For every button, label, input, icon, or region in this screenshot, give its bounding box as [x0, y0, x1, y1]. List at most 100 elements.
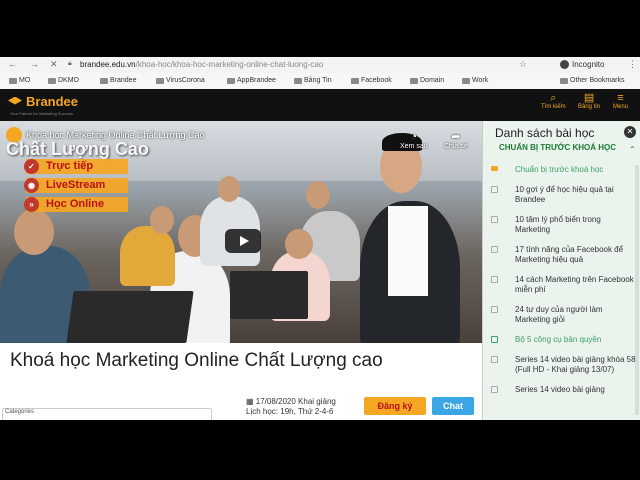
lesson-item[interactable]: Series 14 video bài giảng khóa 58 (Full …: [483, 355, 640, 375]
share-label: Chia sẻ: [444, 143, 468, 150]
check-icon: ✓: [24, 159, 39, 174]
lesson-item[interactable]: 10 tâm lý phổ biến trong Marketing: [483, 215, 640, 235]
lesson-label: Bộ 5 công cụ bản quyền: [515, 335, 602, 344]
bookmark-label: Domain: [420, 77, 445, 84]
folder-icon: [9, 77, 17, 84]
tag-online: » Học Online: [24, 197, 128, 212]
sidebar-title: Danh sách bài học: [495, 126, 595, 140]
lesson-sidebar: Danh sách bài học ✕ CHUẨN BỊ TRƯỚC KHOÁ …: [482, 121, 640, 420]
bookmark-label: Bảng Tin: [304, 77, 332, 84]
folder-icon: [410, 77, 418, 84]
category-chip[interactable]: Categories: [2, 408, 212, 420]
tag-livestream: ◉ LiveStream: [24, 178, 128, 193]
lesson-item[interactable]: Chuẩn bị trước khoá học: [483, 165, 640, 175]
bookmark-item[interactable]: Work: [462, 77, 488, 84]
search-icon: ⌕: [550, 92, 557, 104]
bookmark-label: Facebook: [361, 77, 392, 84]
bookmark-item[interactable]: Facebook: [351, 77, 392, 84]
other-bookmarks[interactable]: Other Bookmarks: [560, 77, 624, 84]
lesson-item[interactable]: 24 tư duy của người làm Marketing giỏi: [483, 305, 640, 325]
incognito-icon: [560, 60, 569, 69]
checkbox-icon: [491, 386, 498, 393]
student-head: [150, 206, 174, 234]
reload-icon[interactable]: ✕: [50, 59, 58, 70]
speaker-shirt: [388, 206, 428, 296]
bookmark-label: Brandee: [110, 77, 137, 84]
course-date-text: 17/08/2020 Khai giảng: [255, 397, 336, 406]
bookmarks-bar: MO DKMO Brandee VirusCorona AppBrandee B…: [0, 73, 640, 90]
lesson-item[interactable]: 10 gợi ý để học hiệu quả tại Brandee: [483, 185, 640, 205]
student-figure: [120, 226, 175, 286]
lesson-label: Series 14 video bài giảng khóa 58 (Full …: [515, 355, 636, 374]
laptop: [66, 291, 194, 343]
search-button[interactable]: ⌕ Tìm kiếm: [541, 92, 566, 110]
url-domain: brandee.edu.vn: [80, 60, 136, 69]
chevron-up-icon[interactable]: ⌃: [629, 145, 636, 154]
lesson-item[interactable]: Bộ 5 công cụ bản quyền: [483, 335, 640, 345]
folder-icon: [294, 77, 302, 84]
broadcast-icon: ◉: [24, 178, 39, 193]
course-date: ▦ 17/08/2020 Khai giảng: [246, 397, 336, 407]
register-button[interactable]: Đăng ký: [364, 397, 426, 415]
forward-icon[interactable]: →: [30, 59, 39, 69]
chat-button[interactable]: Chat: [432, 397, 474, 415]
news-button[interactable]: ▤ Bảng tin: [578, 92, 600, 110]
clock-icon: ◔: [410, 131, 418, 143]
folder-icon: [156, 77, 164, 84]
folder-icon: [462, 77, 470, 84]
tag-live: ✓ Trực tiếp: [24, 159, 128, 174]
bookmark-item[interactable]: VirusCorona: [156, 77, 205, 84]
lock-icon: 🔒︎: [68, 60, 72, 67]
folder-icon: [560, 77, 568, 84]
bookmark-item[interactable]: MO: [9, 77, 30, 84]
bookmark-item[interactable]: Domain: [410, 77, 444, 84]
tag-label: Trực tiếp: [46, 160, 94, 172]
video-tags: ✓ Trực tiếp ◉ LiveStream » Học Online: [24, 159, 128, 216]
incognito-indicator[interactable]: Incognito: [560, 60, 604, 69]
site-logo[interactable]: Brandee: [8, 94, 78, 109]
url-path: /khoa-hoc/khoa-hoc-marketing-online-chat…: [135, 60, 324, 69]
bookmark-label: Other Bookmarks: [570, 77, 625, 84]
course-schedule: Lịch học: 19h, Thứ 2-4-6: [246, 407, 334, 416]
bookmark-label: Work: [472, 77, 489, 84]
watch-later-button[interactable]: ◔ Xem sau: [400, 131, 428, 150]
lesson-item[interactable]: Series 14 video bài giảng: [483, 385, 640, 395]
course-title: Khoá học Marketing Online Chất Lượng cao: [10, 350, 383, 371]
checkbox-icon: [491, 306, 498, 313]
back-icon[interactable]: ←: [8, 59, 17, 69]
graduation-cap-icon: [8, 96, 22, 105]
student-head: [218, 176, 240, 202]
play-icon[interactable]: [225, 229, 261, 253]
video-player[interactable]: Khóa học Marketing Online Chất Lượng Cao…: [0, 121, 482, 343]
course-meta: ▦ 17/08/2020 Khai giảng Lịch học: 19h, T…: [246, 397, 336, 417]
checkbox-icon: [491, 356, 498, 363]
share-button[interactable]: ➦ Chia sẻ: [444, 131, 468, 150]
lesson-list: Chuẩn bị trước khoá học 10 gợi ý để học …: [483, 165, 640, 405]
lesson-label: 17 tính năng của Facebook để Marketing h…: [515, 245, 624, 264]
folder-icon: [100, 77, 108, 84]
search-label: Tìm kiếm: [541, 104, 566, 110]
lesson-item[interactable]: 14 cách Marketing trên Facebook miễn phí: [483, 275, 640, 295]
folder-icon: [227, 77, 235, 84]
sidebar-section-title[interactable]: CHUẨN BỊ TRƯỚC KHOÁ HỌC: [499, 143, 629, 153]
calendar-icon: ▦: [246, 397, 256, 406]
bookmark-label: DKMO: [58, 77, 79, 84]
checkbox-icon: [491, 246, 498, 253]
bookmark-item[interactable]: AppBrandee: [227, 77, 276, 84]
watch-later-label: Xem sau: [400, 143, 428, 150]
folder-icon: [351, 77, 359, 84]
crown-icon: [491, 166, 498, 171]
news-label: Bảng tin: [578, 104, 601, 110]
url-field[interactable]: brandee.edu.vn/khoa-hoc/khoa-hoc-marketi…: [80, 60, 323, 69]
bookmark-item[interactable]: Bảng Tin: [294, 77, 332, 84]
close-icon[interactable]: ✕: [624, 126, 636, 138]
site-header: Brandee Your Partner for Marketing Succe…: [0, 89, 640, 121]
bookmark-item[interactable]: Brandee: [100, 77, 136, 84]
bookmark-item[interactable]: DKMO: [48, 77, 79, 84]
menu-button[interactable]: ≡ Menu: [613, 92, 628, 110]
bookmark-star-icon[interactable]: ☆: [519, 59, 527, 70]
lesson-label: 10 tâm lý phổ biến trong Marketing: [515, 215, 601, 234]
news-icon: ▤: [583, 92, 595, 104]
browser-menu-icon[interactable]: ⋮: [628, 59, 637, 70]
lesson-item[interactable]: 17 tính năng của Facebook để Marketing h…: [483, 245, 640, 265]
